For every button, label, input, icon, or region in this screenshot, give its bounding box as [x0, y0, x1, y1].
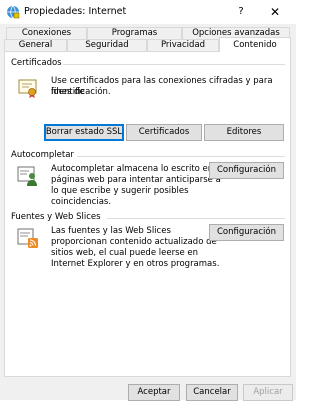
tab-conexiones[interactable]: Conexiones [6, 27, 87, 39]
certificates-section-title: Certificados [11, 58, 62, 68]
feeds-description-line1: Las fuentes y las Web Slices [51, 226, 171, 236]
cancel-button[interactable]: Cancelar [186, 384, 238, 401]
feeds-description-line4: Internet Explorer y en otros programas. [51, 259, 220, 269]
autocomplete-description-line2: páginas web para intentar anticiparse a [51, 175, 221, 185]
close-button[interactable]: ✕ [264, 3, 286, 21]
feeds-settings-button[interactable]: Configuración [209, 224, 284, 241]
feeds-description-line2: proporcionan contenido actualizado de [51, 237, 217, 247]
tab-seguridad[interactable]: Seguridad [67, 39, 147, 51]
autocomplete-icon [17, 166, 37, 186]
dialog-content: Conexiones Programas Opciones avanzadas … [0, 24, 296, 401]
feeds-icon [17, 228, 38, 248]
tab-programas[interactable]: Programas [87, 27, 182, 39]
section-divider [77, 156, 285, 157]
publishers-button[interactable]: Editores [204, 124, 284, 141]
autocomplete-description-line3: lo que escribe y sugerir posibles [51, 186, 189, 196]
feeds-description-line3: sitios web, el cual puede leerse en [51, 248, 199, 258]
certificates-button[interactable]: Certificados [126, 124, 202, 141]
autocomplete-description-line1: Autocompletar almacena lo escrito en [51, 164, 214, 174]
section-divider [107, 218, 285, 219]
ok-button[interactable]: Aceptar [128, 384, 180, 401]
tab-privacidad[interactable]: Privacidad [147, 39, 219, 51]
autocomplete-settings-button[interactable]: Configuración [209, 162, 284, 179]
feeds-section-title: Fuentes y Web Slices [11, 212, 101, 222]
section-divider [63, 64, 285, 65]
autocomplete-section-title: Autocompletar [11, 150, 74, 160]
tab-general[interactable]: General [4, 39, 67, 51]
content-panel: Certificados Use certificados para las c… [4, 51, 291, 377]
window-title: Propiedades: Internet [24, 6, 127, 17]
clear-ssl-state-button[interactable]: Borrar estado SSL [44, 124, 124, 141]
internet-options-icon [7, 5, 20, 19]
certificate-icon [18, 79, 37, 98]
help-button[interactable]: ? [232, 3, 250, 21]
tab-contenido[interactable]: Contenido [219, 37, 291, 52]
autocomplete-description-line4: coincidencias. [51, 197, 112, 207]
certificates-description-line2: identificación. [51, 87, 111, 97]
apply-button[interactable]: Aplicar [243, 384, 293, 401]
title-bar: Propiedades: Internet ? ✕ [0, 0, 296, 24]
